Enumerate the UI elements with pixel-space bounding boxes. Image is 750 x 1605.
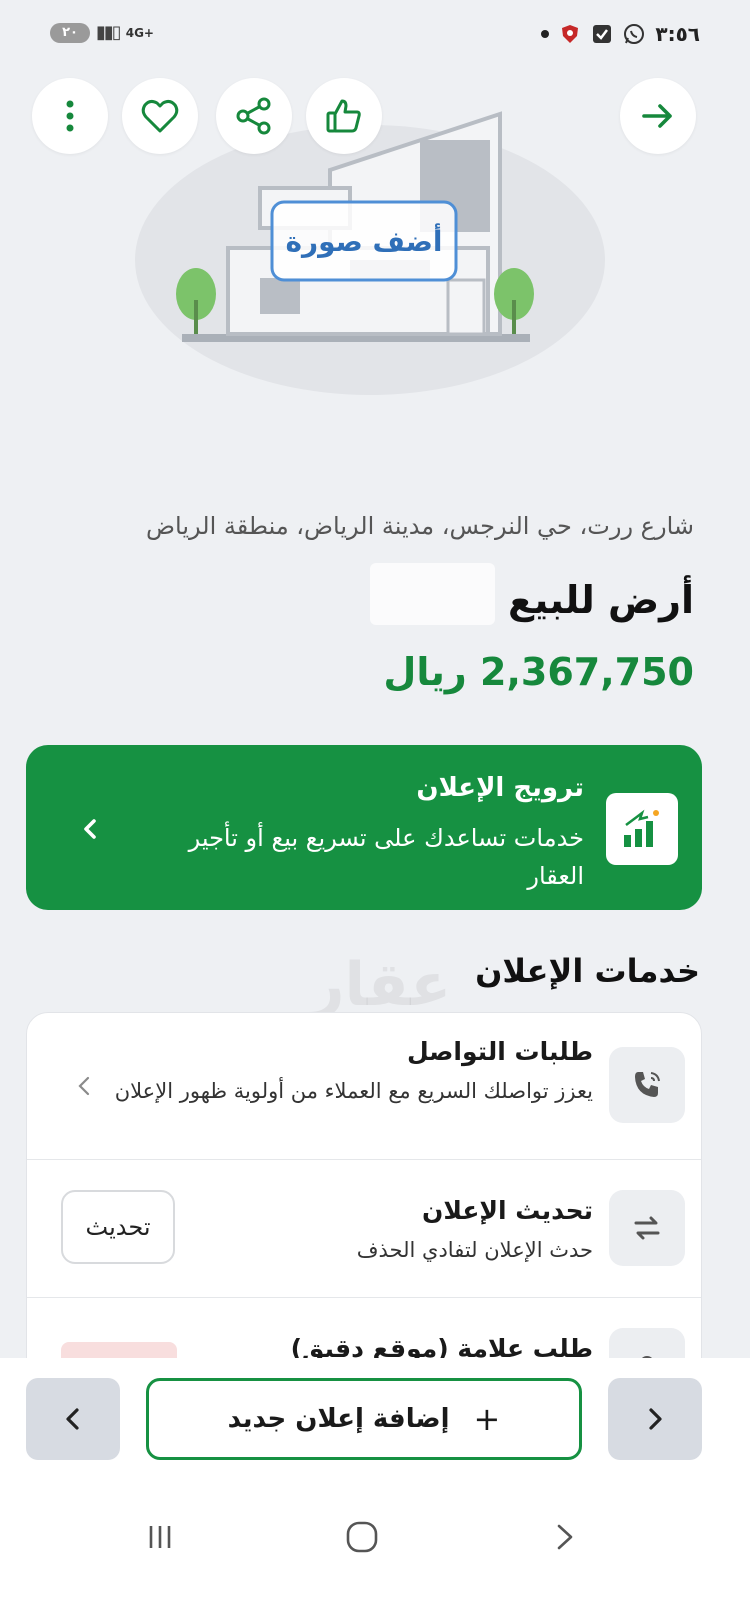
promote-listing-card[interactable]: ترويج الإعلان خدمات تساعدك على تسريع بيع… [26,745,702,910]
service-description: يعزز تواصلك السريع مع العملاء من أولوية … [114,1079,593,1103]
bottom-action-bar: + إضافة إعلان جديد [0,1358,750,1483]
service-title: تحديث الإعلان [422,1196,593,1225]
status-right: ٣:٥٦ [541,22,700,46]
add-new-listing-button[interactable]: + إضافة إعلان جديد [146,1378,582,1460]
redaction-blur [370,563,495,625]
phone-icon [635,1072,660,1097]
promote-description: خدمات تساعدك على تسريع بيع أو تأجير العق… [188,824,584,890]
chevron-right-icon [649,1408,662,1430]
chevron-left-icon [84,819,96,839]
share-button[interactable] [216,78,292,154]
checkbox-app-icon [591,23,613,45]
home-button[interactable] [332,1507,392,1567]
service-icon-box [609,1047,685,1123]
back-chevron-icon [557,1524,573,1550]
services-section-title: خدمات الإعلان [475,952,700,990]
plus-icon: + [473,1400,501,1438]
service-icon-box [609,1190,685,1266]
swap-arrows-icon [634,1216,660,1240]
recent-apps-icon [149,1526,171,1548]
chevron-left-icon [66,1408,79,1430]
listing-price: 2,367,750 ريال [383,650,694,694]
add-photo-label[interactable]: أضف صورة [272,202,456,280]
page: ٢٠ ▮▮▯ 4G+ ٣:٥٦ أضف صورة شارع ررت، حي ال… [0,0,750,1605]
arrow-right-icon [642,104,672,128]
recent-apps-button[interactable] [130,1507,190,1567]
promote-title: ترويج الإعلان [416,773,584,803]
back-button[interactable] [620,78,696,154]
status-left: ٢٠ ▮▮▯ 4G+ [50,22,154,43]
chart-rocket-icon [624,809,659,847]
battery-indicator: ٢٠ [50,22,90,43]
add-new-listing-label: إضافة إعلان جديد [227,1404,450,1434]
listing-address: شارع ررت، حي النرجس، مدينة الرياض، منطقة… [146,512,694,540]
like-button[interactable] [306,78,382,154]
aqar-watermark: عقار [310,950,452,1020]
service-description: حدث الإعلان لتفادي الحذف [356,1238,593,1262]
service-row-contact-requests[interactable]: طلبات التواصل يعزز تواصلك السريع مع العم… [27,1013,701,1159]
notification-dot-icon [541,30,550,38]
whatsapp-icon [623,23,645,45]
service-title: طلبات التواصل [406,1037,593,1066]
status-bar: ٢٠ ▮▮▯ 4G+ ٣:٥٦ [0,0,750,70]
refresh-listing-button[interactable]: تحديث [61,1190,175,1264]
favorite-button[interactable] [122,78,198,154]
system-navigation-bar [0,1483,750,1605]
shield-app-icon [559,23,581,45]
more-vertical-icon [66,100,74,132]
clock: ٣:٥٦ [655,22,700,46]
previous-button[interactable] [26,1378,120,1460]
share-icon [236,97,271,135]
home-icon [346,1521,378,1553]
chevron-left-icon [78,1076,90,1096]
next-button[interactable] [608,1378,702,1460]
heart-icon [141,99,179,133]
more-options-button[interactable] [32,78,108,154]
property-image-placeholder[interactable]: أضف صورة [130,110,610,410]
thumbs-up-icon [326,99,361,133]
promote-icon-box [606,793,678,865]
service-row-refresh-listing: تحديث الإعلان حدث الإعلان لتفادي الحذف ت… [27,1159,701,1297]
listing-title: أرض للبيع [507,578,694,622]
network-type: 4G+ [125,25,154,40]
signal-icon: ▮▮▯ [96,22,122,43]
system-back-button[interactable] [534,1507,594,1567]
